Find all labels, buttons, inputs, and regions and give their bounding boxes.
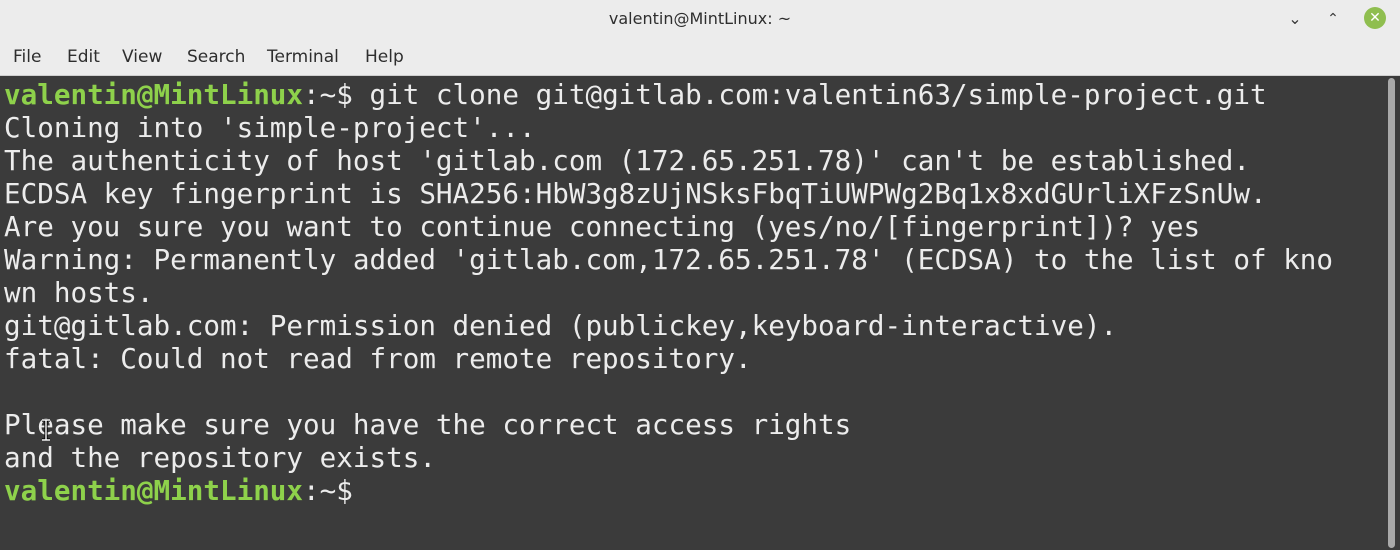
prompt-user: valentin@MintLinux [4, 474, 304, 507]
menu-bar: File Edit View Search Terminal Help [0, 38, 1400, 76]
title-bar[interactable]: valentin@MintLinux: ~ ⌄ ⌃ ✕ [0, 0, 1400, 38]
maximize-icon[interactable]: ⌃ [1320, 6, 1346, 32]
output-line: Cloning into 'simple-project'... [4, 111, 536, 144]
output-line: The authenticity of host 'gitlab.com (17… [4, 144, 1250, 177]
menu-edit[interactable]: Edit [67, 47, 100, 67]
prompt-path: :~$ [303, 474, 353, 507]
text-cursor-icon [42, 419, 50, 441]
close-icon[interactable]: ✕ [1364, 7, 1386, 29]
prompt-path: :~$ [303, 78, 370, 111]
output-line: and the repository exists. [4, 441, 436, 474]
prompt-user: valentin@MintLinux [4, 78, 304, 111]
menu-view[interactable]: View [122, 47, 162, 67]
terminal-window: valentin@MintLinux: ~ ⌄ ⌃ ✕ File Edit Vi… [0, 0, 1400, 550]
window-title: valentin@MintLinux: ~ [608, 9, 792, 28]
command-text: git clone git@gitlab.com:valentin63/simp… [369, 78, 1267, 111]
output-line: wn hosts. [4, 276, 154, 309]
menu-search[interactable]: Search [187, 47, 245, 67]
output-line: Warning: Permanently added 'gitlab.com,1… [4, 243, 1334, 276]
command-line: valentin@MintLinux:~$ git clone git@gitl… [4, 78, 1383, 111]
output-line: Please make sure you have the correct ac… [4, 408, 852, 441]
output-line: ECDSA key fingerprint is SHA256:HbW3g8zU… [4, 177, 1267, 210]
menu-terminal[interactable]: Terminal [267, 47, 339, 67]
scrollbar-thumb[interactable] [1388, 78, 1395, 548]
output-line: fatal: Could not read from remote reposi… [4, 342, 752, 375]
menu-help[interactable]: Help [365, 47, 404, 67]
menu-file[interactable]: File [13, 47, 41, 67]
output-line: git@gitlab.com: Permission denied (publi… [4, 309, 1118, 342]
terminal-output[interactable]: valentin@MintLinux:~$ git clone git@gitl… [0, 76, 1383, 550]
output-line: Are you sure you want to continue connec… [4, 210, 1201, 243]
minimize-icon[interactable]: ⌄ [1282, 6, 1308, 32]
vertical-scrollbar[interactable] [1383, 76, 1400, 550]
final-prompt-line: valentin@MintLinux:~$ [4, 474, 1383, 507]
